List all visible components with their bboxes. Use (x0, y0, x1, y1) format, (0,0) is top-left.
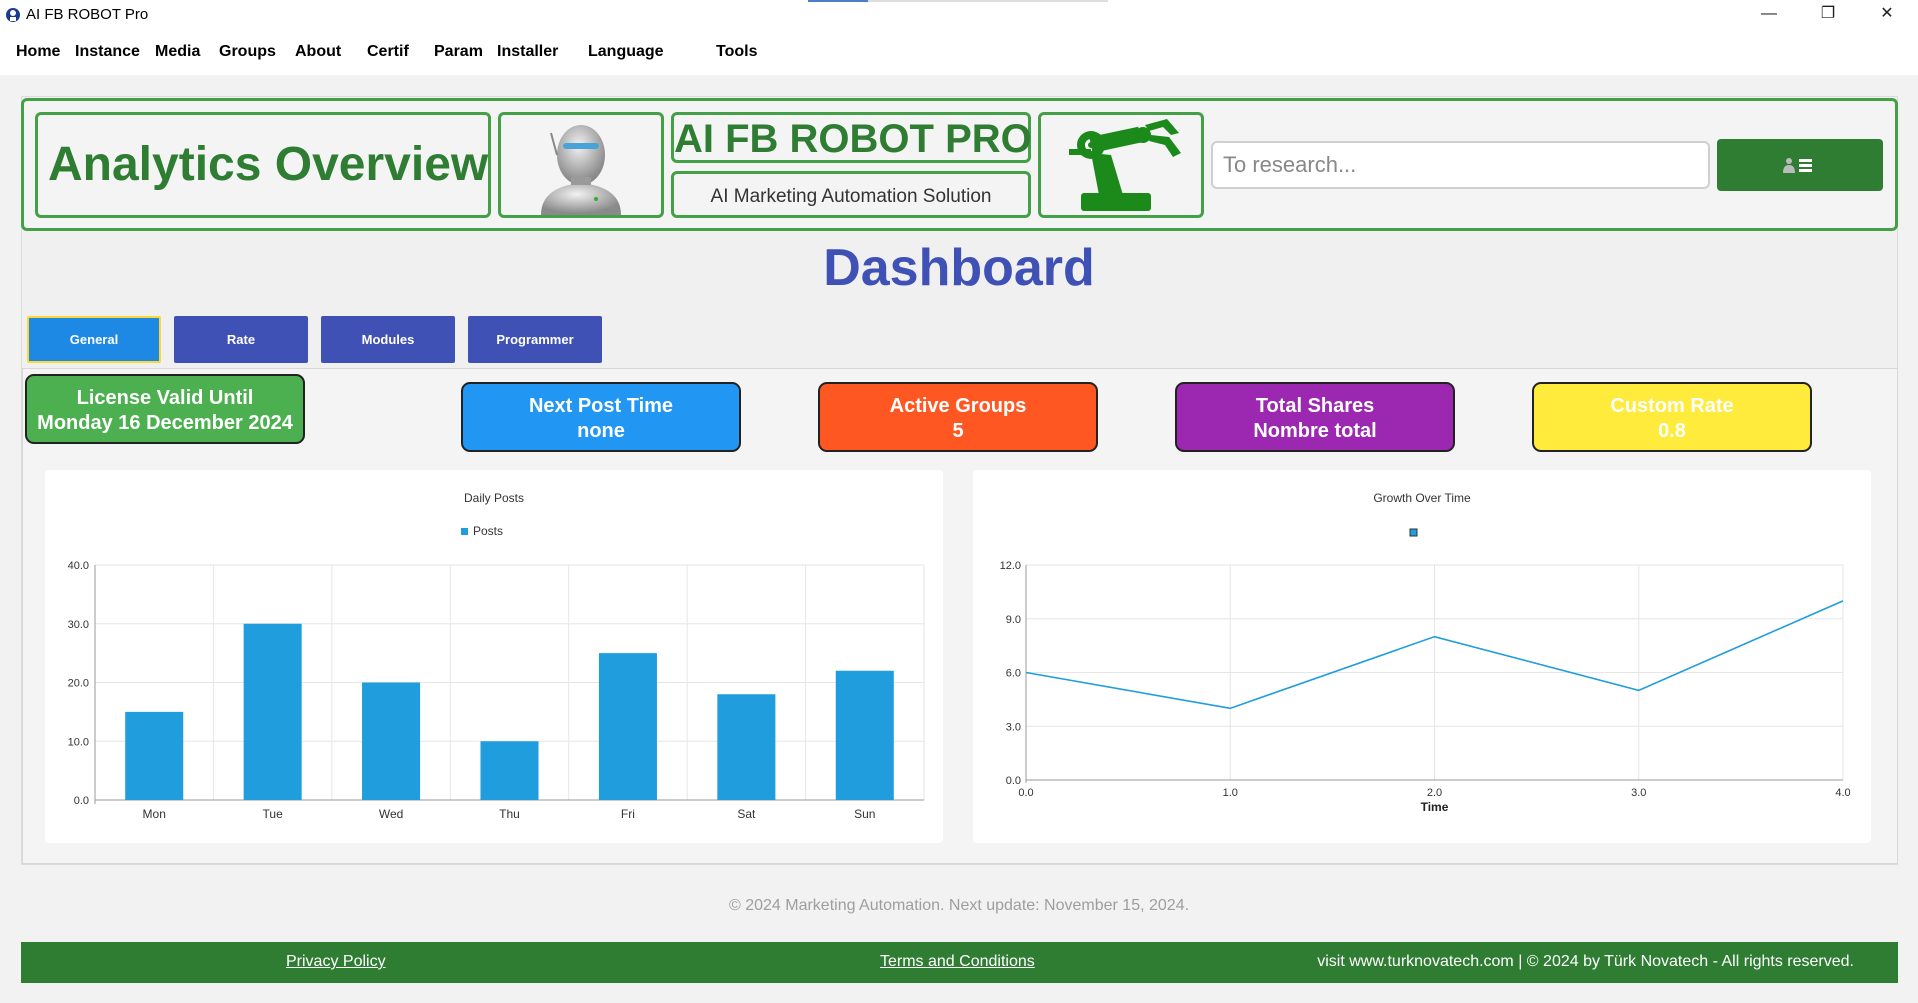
footer-note: © 2024 Marketing Automation. Next update… (728, 897, 1190, 914)
close-button[interactable]: ✕ (1864, 0, 1910, 29)
search-input[interactable]: To research... (1211, 141, 1710, 189)
growth-chart-card: Growth Over Time 0.0 3.0 6.0 9.0 12.0 0.0 1.0 2.… (973, 470, 1871, 843)
growth-chart: Growth Over Time 0.0 3.0 6.0 9.0 12.0 0.0 1.0 2.… (1000, 491, 1851, 814)
x-tick-label: Sat (737, 807, 756, 821)
daily-posts-chart-card: Daily Posts Posts 0.0 10.0 20.0 30.0 40.0 Mon Tu… (45, 470, 943, 843)
window-title: AI FB ROBOT Pro (26, 6, 149, 23)
license-card: License Valid Until Monday 16 December 2… (25, 374, 305, 444)
robot-arm-box (1038, 112, 1204, 218)
custom-rate-label: Custom Rate (1610, 395, 1734, 417)
menu-media[interactable]: Media (155, 43, 200, 61)
x-tick-label: 4.0 (1835, 787, 1850, 799)
bar-mon (125, 711, 184, 800)
total-shares-value: Nombre total (1253, 420, 1377, 442)
tagline: AI Marketing Automation Solution (710, 186, 992, 207)
robot-image-box (498, 112, 664, 218)
x-tick-label: Mon (143, 807, 166, 821)
x-tick-label: Fri (621, 807, 635, 821)
total-shares-card: Total Shares Nombre total (1175, 382, 1455, 452)
menu-param[interactable]: Param (434, 43, 483, 61)
chart-title: Daily Posts (464, 491, 524, 505)
chart-title: Growth Over Time (1373, 491, 1471, 505)
tab-rate[interactable]: Rate (174, 316, 308, 363)
y-tick-label: 6.0 (1006, 668, 1021, 680)
legend-swatch (461, 528, 468, 535)
tab-general[interactable]: General (27, 316, 161, 363)
legend-swatch (1409, 528, 1418, 537)
bar-fri (598, 653, 657, 800)
menu-certif[interactable]: Certif (367, 43, 409, 61)
license-date: Monday 16 December 2024 (37, 412, 293, 434)
x-tick-label: 1.0 (1223, 787, 1238, 799)
next-post-label: Next Post Time (528, 395, 674, 417)
analytics-title: Analytics Overview (48, 138, 489, 191)
active-groups-label: Active Groups (889, 395, 1027, 417)
bar-sun (835, 670, 894, 800)
brand-title-box: AI FB ROBOT PRO (671, 112, 1032, 163)
x-axis-label: Time (1421, 800, 1449, 814)
analytics-title-box: Analytics Overview (35, 112, 491, 218)
dashboard-title: Dashboard (823, 239, 1095, 297)
menu-bar: Home Instance Media Groups About Certif … (0, 29, 1918, 75)
rights-text: visit www.turknovatech.com | © 2024 by T… (1317, 953, 1854, 970)
bar-sat (717, 694, 776, 800)
footer-bar: Privacy Policy Terms and Conditions visi… (21, 942, 1898, 983)
bar-thu (480, 741, 539, 800)
legend-label: Posts (473, 524, 503, 538)
restore-button[interactable]: ❐ (1805, 0, 1851, 29)
next-post-card: Next Post Time none (461, 382, 741, 452)
robot-head-icon (541, 125, 621, 215)
menu-about[interactable]: About (295, 43, 341, 61)
menu-language[interactable]: Language (588, 43, 664, 61)
active-groups-value: 5 (952, 420, 964, 442)
bar-tue (243, 623, 302, 800)
y-tick-label: 40.0 (68, 560, 89, 572)
x-tick-label: 0.0 (1018, 787, 1033, 799)
custom-rate-value: 0.8 (1658, 420, 1686, 442)
menu-instance[interactable]: Instance (75, 43, 140, 61)
robot-arm-icon (1069, 119, 1181, 211)
x-tick-label: Sun (854, 807, 875, 821)
tab-programmer[interactable]: Programmer (468, 316, 602, 363)
y-tick-label: 10.0 (68, 736, 89, 748)
next-post-value: none (577, 420, 625, 442)
y-tick-label: 0.0 (1006, 775, 1021, 787)
y-tick-label: 9.0 (1006, 614, 1021, 626)
menu-tools[interactable]: Tools (716, 43, 757, 61)
bar-wed (362, 682, 421, 800)
y-tick-label: 30.0 (68, 619, 89, 631)
brand-title: AI FB ROBOT PRO (674, 117, 1032, 161)
terms-link[interactable]: Terms and Conditions (880, 953, 1035, 971)
title-bar: AI FB ROBOT Pro — ❐ ✕ (0, 0, 1918, 29)
user-menu-button[interactable] (1717, 139, 1883, 191)
x-tick-label: Wed (379, 807, 403, 821)
menu-installer[interactable]: Installer (497, 43, 558, 61)
user-menu-icon (1783, 158, 1812, 173)
active-groups-card: Active Groups 5 (818, 382, 1098, 452)
y-tick-label: 0.0 (74, 795, 89, 807)
custom-rate-card: Custom Rate 0.8 (1532, 382, 1812, 452)
app-icon (6, 8, 20, 22)
y-tick-label: 20.0 (68, 678, 89, 690)
menu-groups[interactable]: Groups (219, 43, 276, 61)
minimize-button[interactable]: — (1746, 0, 1792, 29)
title-divider-accent (808, 0, 868, 2)
y-tick-label: 3.0 (1006, 721, 1021, 733)
tagline-box: AI Marketing Automation Solution (671, 171, 1031, 218)
x-tick-label: 2.0 (1427, 787, 1442, 799)
x-tick-label: Tue (263, 807, 284, 821)
menu-home[interactable]: Home (16, 43, 60, 61)
tab-modules[interactable]: Modules (321, 316, 455, 363)
x-tick-label: 3.0 (1631, 787, 1646, 799)
total-shares-label: Total Shares (1255, 395, 1375, 417)
daily-posts-chart: Daily Posts Posts 0.0 10.0 20.0 30.0 40.0 Mon Tu… (68, 491, 925, 821)
y-tick-label: 12.0 (1000, 560, 1021, 572)
x-tick-label: Thu (499, 807, 520, 821)
license-label: License Valid Until (76, 387, 254, 409)
privacy-policy-link[interactable]: Privacy Policy (286, 953, 386, 971)
